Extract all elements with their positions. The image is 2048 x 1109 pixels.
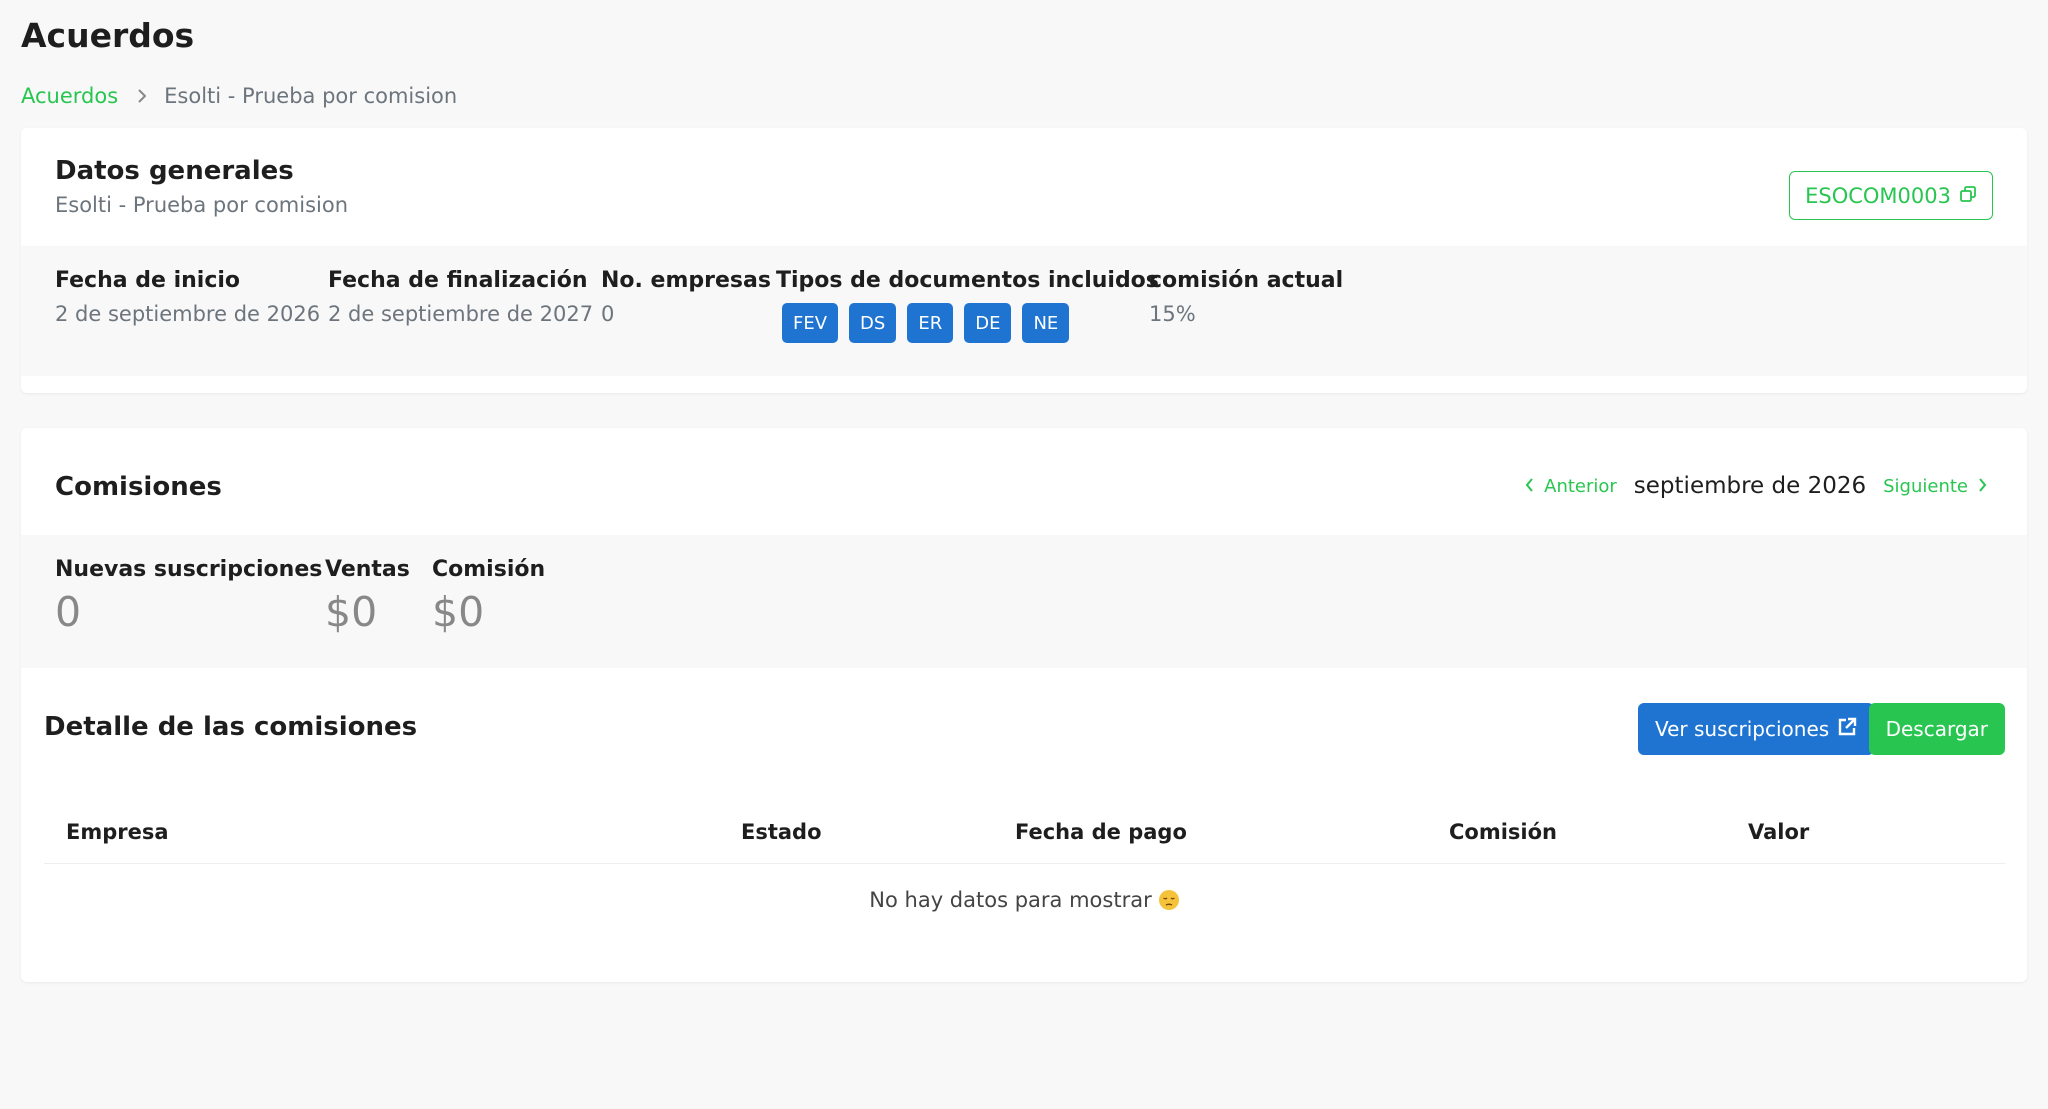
current-commission-value: 15% — [1149, 302, 1196, 326]
column-header-commission: Comisión — [1449, 820, 1557, 844]
start-date-value: 2 de septiembre de 2026 — [55, 302, 321, 326]
end-date-value: 2 de septiembre de 2027 — [328, 302, 594, 326]
agreement-code: ESOCOM0003 — [1805, 183, 1951, 208]
document-types-list: FEV DS ER DE NE — [782, 303, 1159, 343]
general-data-header: Datos generales Esolti - Prueba por comi… — [21, 128, 2027, 246]
copy-icon[interactable] — [1959, 184, 1977, 208]
column-header-payment-date: Fecha de pago — [1015, 820, 1187, 844]
start-date-label: Fecha de inicio — [55, 268, 241, 293]
commissions-header: Comisiones Anterior septiembre de 2026 S… — [21, 428, 2027, 535]
general-data-subtitle: Esolti - Prueba por comision — [55, 193, 349, 217]
pensive-face-icon — [1158, 889, 1180, 911]
chevron-right-icon — [1978, 476, 1987, 497]
doc-type-chip: DE — [964, 303, 1012, 343]
commission-label: Comisión — [432, 557, 546, 582]
column-header-company: Empresa — [66, 820, 169, 844]
document-types-field: Tipos de documentos incluidos FEV DS ER … — [776, 268, 1159, 343]
doc-type-chip: NE — [1022, 303, 1070, 343]
companies-count-label: No. empresas — [601, 268, 771, 293]
sales-stat: Ventas $0 — [325, 557, 410, 636]
general-data-fields: Fecha de inicio 2 de septiembre de 2026 … — [21, 246, 2027, 376]
sales-label: Ventas — [325, 557, 410, 582]
empty-table-row: No hay datos para mostrar — [44, 864, 2005, 936]
page-title: Acuerdos — [21, 16, 195, 55]
commission-detail-table: Empresa Estado Fecha de pago Comisión Va… — [44, 810, 2005, 936]
download-button[interactable]: Descargar — [1868, 703, 2005, 755]
doc-type-chip: ER — [907, 303, 954, 343]
commission-detail-title: Detalle de las comisiones — [44, 712, 418, 742]
new-subscriptions-stat: Nuevas suscripciones 0 — [55, 557, 322, 636]
end-date-label: Fecha de finalización — [328, 268, 588, 293]
commissions-card: Comisiones Anterior septiembre de 2026 S… — [21, 428, 2027, 982]
current-month: septiembre de 2026 — [1633, 473, 1867, 499]
empty-state: No hay datos para mostrar — [44, 888, 2005, 912]
previous-month-button[interactable]: Anterior — [1525, 476, 1617, 497]
next-month-button[interactable]: Siguiente — [1883, 476, 1987, 497]
table-header: Empresa Estado Fecha de pago Comisión Va… — [44, 810, 2005, 864]
chevron-right-icon — [137, 88, 147, 104]
commission-value: $0 — [432, 588, 485, 636]
commission-stat: Comisión $0 — [432, 557, 545, 636]
view-subscriptions-label: Ver suscripciones — [1655, 717, 1830, 741]
companies-count-value: 0 — [601, 302, 615, 326]
start-date-field: Fecha de inicio 2 de septiembre de 2026 — [55, 268, 320, 326]
column-header-value: Valor — [1748, 820, 1810, 844]
breadcrumb: Acuerdos Esolti - Prueba por comision — [21, 84, 457, 108]
month-navigation: Anterior septiembre de 2026 Siguiente — [1525, 473, 1987, 499]
general-data-title: Datos generales — [55, 156, 294, 186]
chevron-left-icon — [1525, 476, 1534, 497]
companies-count-field: No. empresas 0 — [601, 268, 771, 326]
new-subscriptions-label: Nuevas suscripciones — [55, 557, 323, 582]
commissions-title: Comisiones — [55, 472, 222, 502]
empty-message: No hay datos para mostrar — [869, 888, 1152, 912]
general-data-card: Datos generales Esolti - Prueba por comi… — [21, 128, 2027, 393]
agreement-code-badge[interactable]: ESOCOM0003 — [1789, 171, 1993, 220]
doc-type-chip: FEV — [782, 303, 839, 343]
current-commission-field: comisión actual 15% — [1149, 268, 1343, 326]
view-subscriptions-button[interactable]: Ver suscripciones — [1638, 703, 1875, 755]
previous-month-label: Anterior — [1544, 475, 1617, 497]
column-header-status: Estado — [741, 820, 822, 844]
document-types-label: Tipos de documentos incluidos — [776, 268, 1159, 293]
new-subscriptions-value: 0 — [55, 588, 82, 636]
external-link-icon — [1837, 717, 1857, 742]
next-month-label: Siguiente — [1883, 475, 1968, 497]
current-commission-label: comisión actual — [1149, 268, 1344, 293]
end-date-field: Fecha de finalización 2 de septiembre de… — [328, 268, 593, 326]
breadcrumb-root-link[interactable]: Acuerdos — [21, 84, 118, 108]
breadcrumb-current: Esolti - Prueba por comision — [164, 84, 458, 108]
doc-type-chip: DS — [849, 303, 897, 343]
sales-value: $0 — [325, 588, 378, 636]
commission-stats: Nuevas suscripciones 0 Ventas $0 Comisió… — [21, 535, 2027, 668]
download-label: Descargar — [1885, 717, 1988, 741]
